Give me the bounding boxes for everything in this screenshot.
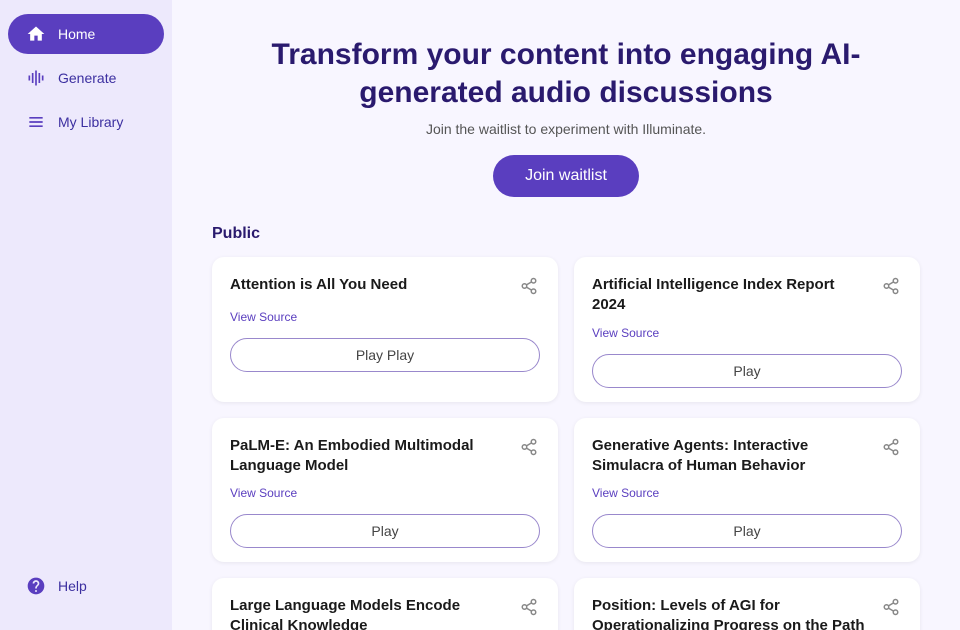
hero-title: Transform your content into engaging AI-… — [212, 36, 920, 111]
card-header-6: Position: Levels of AGI for Operationali… — [592, 596, 902, 630]
hero-section: Transform your content into engaging AI-… — [212, 36, 920, 197]
card-title-2: Artificial Intelligence Index Report 202… — [592, 275, 880, 316]
view-source-1[interactable]: View Source — [230, 310, 540, 324]
card-title-1: Attention is All You Need — [230, 275, 518, 295]
home-icon — [26, 24, 46, 44]
cards-grid: Attention is All You Need View Source Pl… — [212, 257, 920, 630]
card-palm-e: PaLM-E: An Embodied Multimodal Language … — [212, 418, 558, 563]
play-button-1[interactable]: Play Play — [230, 338, 540, 372]
card-ai-index: Artificial Intelligence Index Report 202… — [574, 257, 920, 402]
play-button-4[interactable]: Play — [592, 514, 902, 548]
card-header-2: Artificial Intelligence Index Report 202… — [592, 275, 902, 316]
sidebar-item-home-label: Home — [58, 26, 95, 42]
card-header-5: Large Language Models Encode Clinical Kn… — [230, 596, 540, 630]
card-title-4: Generative Agents: Interactive Simulacra… — [592, 436, 880, 477]
card-title-3: PaLM-E: An Embodied Multimodal Language … — [230, 436, 518, 477]
share-button-4[interactable] — [880, 436, 902, 461]
view-source-3[interactable]: View Source — [230, 486, 540, 500]
share-button-1[interactable] — [518, 275, 540, 300]
sidebar-item-generate[interactable]: Generate — [8, 58, 164, 98]
view-source-2[interactable]: View Source — [592, 326, 902, 340]
library-icon — [26, 112, 46, 132]
sidebar-item-home[interactable]: Home — [8, 14, 164, 54]
public-section-label: Public — [212, 225, 920, 243]
waveform-icon — [26, 68, 46, 88]
card-llm-clinical: Large Language Models Encode Clinical Kn… — [212, 578, 558, 630]
share-button-2[interactable] — [880, 275, 902, 300]
help-icon — [26, 576, 46, 596]
card-generative-agents: Generative Agents: Interactive Simulacra… — [574, 418, 920, 563]
public-section: Public Attention is All You Need View So… — [212, 225, 920, 630]
hero-subtitle: Join the waitlist to experiment with Ill… — [212, 121, 920, 137]
play-button-2[interactable]: Play — [592, 354, 902, 388]
main-content: Transform your content into engaging AI-… — [172, 0, 960, 630]
card-header-1: Attention is All You Need — [230, 275, 540, 300]
share-button-5[interactable] — [518, 596, 540, 621]
sidebar-item-library-label: My Library — [58, 114, 123, 130]
view-source-4[interactable]: View Source — [592, 486, 902, 500]
share-button-6[interactable] — [880, 596, 902, 621]
sidebar-item-generate-label: Generate — [58, 70, 116, 86]
card-agi-levels: Position: Levels of AGI for Operationali… — [574, 578, 920, 630]
card-attention: Attention is All You Need View Source Pl… — [212, 257, 558, 402]
sidebar-item-library[interactable]: My Library — [8, 102, 164, 142]
share-button-3[interactable] — [518, 436, 540, 461]
join-waitlist-button[interactable]: Join waitlist — [493, 155, 639, 197]
sidebar-item-help[interactable]: Help — [8, 566, 164, 606]
sidebar: Home Generate My Library Help — [0, 0, 172, 630]
sidebar-item-help-label: Help — [58, 578, 87, 594]
card-header-4: Generative Agents: Interactive Simulacra… — [592, 436, 902, 477]
card-header-3: PaLM-E: An Embodied Multimodal Language … — [230, 436, 540, 477]
play-button-3[interactable]: Play — [230, 514, 540, 548]
card-title-5: Large Language Models Encode Clinical Kn… — [230, 596, 518, 630]
card-title-6: Position: Levels of AGI for Operationali… — [592, 596, 880, 630]
